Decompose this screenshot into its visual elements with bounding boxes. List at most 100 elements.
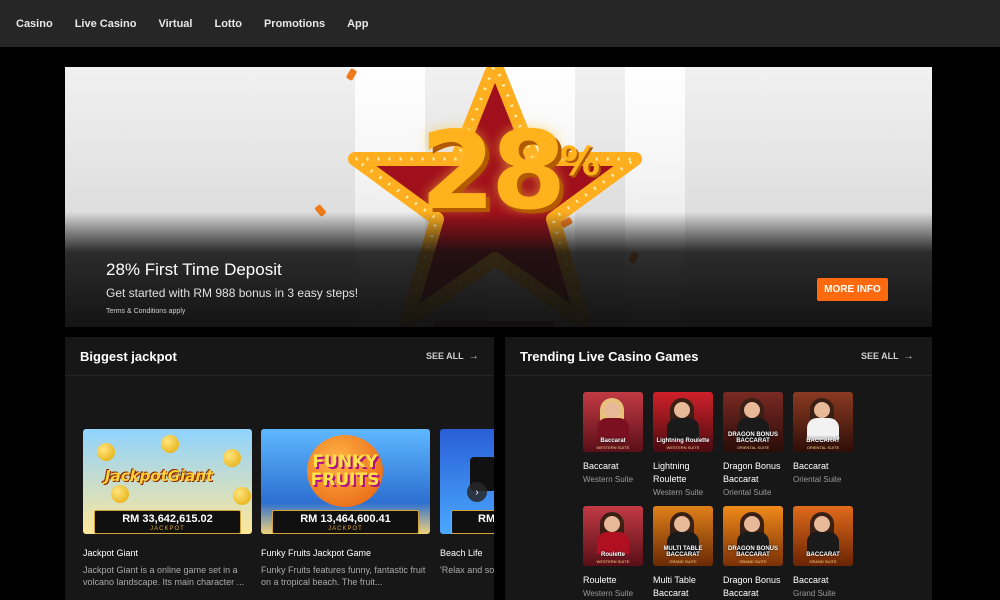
dealer-graphic xyxy=(807,532,839,554)
live-game-card[interactable]: BACCARAT GRAND SUITE Baccarat Grand Suit… xyxy=(793,506,853,600)
game-logo: JackpotGiant xyxy=(105,467,214,485)
live-game-card[interactable]: MULTI TABLE BACCARAT GRAND SUITE Multi T… xyxy=(653,506,713,600)
game-name: Beach Life xyxy=(440,548,483,558)
game-thumbnail: DRAGON BONUS BACCARAT GRAND SUITE xyxy=(723,506,783,566)
game-thumbnail: Lightning Roulette WESTERN SUITE xyxy=(653,392,713,452)
thumb-subcaption: WESTERN SUITE xyxy=(596,445,630,450)
game-description: Funky Fruits features funny, fantastic f… xyxy=(261,565,426,587)
jackpot-panel: Biggest jackpot SEE ALL → JackpotGiant RM… xyxy=(65,337,494,600)
game-thumbnail: Baccarat WESTERN SUITE xyxy=(583,392,643,452)
panel-header: Biggest jackpot SEE ALL → xyxy=(65,337,494,376)
game-thumbnail: BACCARAT GRAND SUITE xyxy=(793,506,853,566)
dealer-graphic xyxy=(604,516,620,532)
thumb-subcaption: WESTERN SUITE xyxy=(666,445,700,450)
live-game-card[interactable]: DRAGON BONUS BACCARAT GRAND SUITE Dragon… xyxy=(723,506,783,600)
game-thumbnail: DRAGON BONUS BACCARAT ORIENTAL SUITE xyxy=(723,392,783,452)
thumb-subcaption: GRAND SUITE xyxy=(809,559,837,564)
thumb-caption: DRAGON BONUS BACCARAT xyxy=(727,546,778,558)
dealer-graphic xyxy=(674,402,690,418)
coin-graphic xyxy=(223,449,241,467)
nav-item-lotto[interactable]: Lotto xyxy=(214,18,241,30)
jackpot-card[interactable]: RM Beach Life 'Relax and so colorful 20-… xyxy=(440,429,494,588)
dealer-graphic xyxy=(674,516,690,532)
promo-banner[interactable]: 28 % 28% First Time Deposit Get started … xyxy=(65,67,932,327)
jackpot-label: JACKPOT xyxy=(150,526,185,532)
game-thumbnail: RM xyxy=(440,429,494,534)
live-game-card[interactable]: Baccarat WESTERN SUITE Baccarat Western … xyxy=(583,392,643,486)
live-game-card[interactable]: DRAGON BONUS BACCARAT ORIENTAL SUITE Dra… xyxy=(723,392,783,499)
coin-graphic xyxy=(111,485,129,503)
game-thumbnail: MULTI TABLE BACCARAT GRAND SUITE xyxy=(653,506,713,566)
game-suite: Western Suite xyxy=(653,488,704,497)
dealer-graphic xyxy=(597,418,629,440)
dealer-graphic xyxy=(604,402,620,418)
arrow-right-icon: → xyxy=(903,351,914,362)
nav-item-promotions[interactable]: Promotions xyxy=(264,18,325,30)
carousel-next-button[interactable]: › xyxy=(467,482,487,502)
thumb-caption: Roulette xyxy=(601,552,625,558)
jackpot-amount: RM xyxy=(478,513,494,525)
game-name: Lightning Roulette xyxy=(653,461,690,484)
coin-graphic xyxy=(161,435,179,453)
live-game-card[interactable]: Lightning Roulette WESTERN SUITE Lightni… xyxy=(653,392,713,499)
panel-header: Trending Live Casino Games SEE ALL → xyxy=(505,337,932,376)
dealer-graphic xyxy=(814,516,830,532)
live-game-card[interactable]: BACCARAT ORIENTAL SUITE Baccarat Orienta… xyxy=(793,392,853,486)
game-thumbnail: JackpotGiant RM 33,642,615.02 JACKPOT xyxy=(83,429,252,534)
see-all-link[interactable]: SEE ALL → xyxy=(426,351,479,362)
promo-percent-sign: % xyxy=(560,139,601,185)
thumb-caption: DRAGON BONUS BACCARAT xyxy=(727,432,778,444)
game-suite: Western Suite xyxy=(583,589,634,598)
thumb-subcaption: ORIENTAL SUITE xyxy=(806,445,840,450)
jackpot-amount-box: RM xyxy=(451,510,494,534)
thumb-subcaption: WESTERN SUITE xyxy=(596,559,630,564)
game-description: Jackpot Giant is a online game set in a … xyxy=(83,565,245,587)
thumb-caption: BACCARAT xyxy=(806,438,840,444)
jackpot-amount-box: RM 13,464,600.41 JACKPOT xyxy=(272,510,419,534)
game-name: Roulette xyxy=(583,575,617,585)
game-name: Multi Table Baccarat xyxy=(653,575,696,598)
dealer-graphic xyxy=(667,418,699,440)
jackpot-card[interactable]: FUNKY FRUITS RM 13,464,600.41 JACKPOT Fu… xyxy=(261,429,430,588)
thumb-subcaption: GRAND SUITE xyxy=(669,559,697,564)
promo-title: 28% First Time Deposit xyxy=(106,260,282,279)
nav-item-virtual[interactable]: Virtual xyxy=(158,18,192,30)
live-game-card[interactable]: Roulette WESTERN SUITE Roulette Western … xyxy=(583,506,643,600)
game-name: Baccarat xyxy=(793,461,829,471)
game-name: Baccarat xyxy=(793,575,829,585)
game-suite: Western Suite xyxy=(583,475,634,484)
see-all-label: SEE ALL xyxy=(426,351,464,361)
live-casino-panel: Trending Live Casino Games SEE ALL → Bacc… xyxy=(505,337,932,600)
dealer-graphic xyxy=(744,402,760,418)
game-suite: Oriental Suite xyxy=(723,488,772,497)
chevron-right-icon: › xyxy=(475,486,479,498)
thumb-caption: BACCARAT xyxy=(806,552,840,558)
dealer-graphic xyxy=(814,402,830,418)
thumb-caption: Lightning Roulette xyxy=(656,438,710,444)
nav-item-app[interactable]: App xyxy=(347,18,368,30)
nav-item-casino[interactable]: Casino xyxy=(16,18,53,30)
dealer-graphic xyxy=(597,532,629,554)
game-name: Jackpot Giant xyxy=(83,548,139,558)
thumb-subcaption: ORIENTAL SUITE xyxy=(736,445,770,450)
game-suite: Grand Suite xyxy=(793,589,836,598)
jackpot-amount-box: RM 33,642,615.02 JACKPOT xyxy=(94,510,241,534)
see-all-label: SEE ALL xyxy=(861,351,899,361)
thumb-subcaption: GRAND SUITE xyxy=(739,559,767,564)
dealer-graphic xyxy=(807,418,839,440)
top-nav: Casino Live Casino Virtual Lotto Promoti… xyxy=(0,0,1000,47)
game-description: 'Relax and so colorful 20-li xyxy=(440,565,494,575)
game-name: Dragon Bonus Baccarat xyxy=(723,461,781,484)
coin-graphic xyxy=(97,443,115,461)
jackpot-amount: RM 33,642,615.02 xyxy=(122,513,213,525)
jackpot-label: JACKPOT xyxy=(328,526,363,532)
jackpot-card[interactable]: JackpotGiant RM 33,642,615.02 JACKPOT Ja… xyxy=(83,429,252,588)
game-logo: FUNKY FRUITS xyxy=(310,452,380,490)
nav-item-live-casino[interactable]: Live Casino xyxy=(75,18,137,30)
see-all-link[interactable]: SEE ALL → xyxy=(861,351,914,362)
thumb-caption: MULTI TABLE BACCARAT xyxy=(663,546,703,558)
arrow-right-icon: → xyxy=(468,351,479,362)
promo-terms[interactable]: Terms & Conditions apply xyxy=(106,308,185,315)
more-info-button[interactable]: MORE INFO xyxy=(817,278,888,301)
game-name: Funky Fruits Jackpot Game xyxy=(261,548,372,558)
